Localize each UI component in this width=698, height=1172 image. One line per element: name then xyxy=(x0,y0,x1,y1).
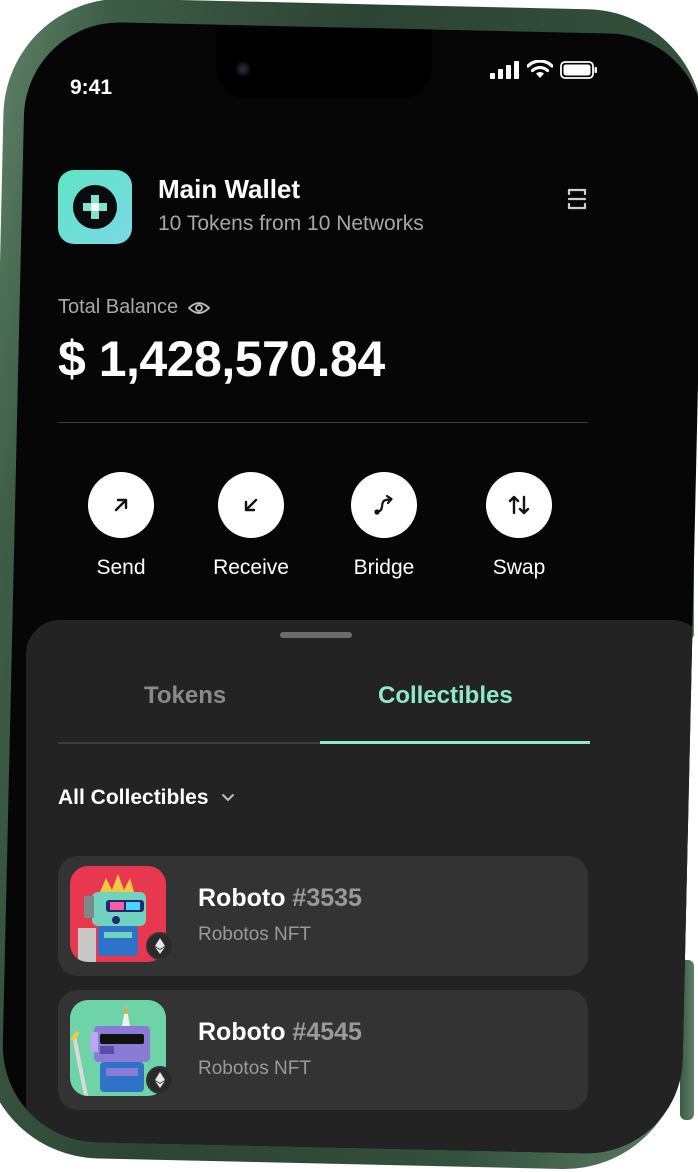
wifi-icon xyxy=(527,60,553,78)
phone-screen: 9:41 Main Wallet 10 Tokens from 10 Netwo… xyxy=(0,20,698,1156)
nft-title: Roboto #3535 xyxy=(198,884,362,913)
receive-label: Receive xyxy=(213,556,289,579)
chevron-down-icon xyxy=(221,794,234,802)
nft-number: #4545 xyxy=(292,1018,362,1046)
wallet-subtitle: 10 Tokens from 10 Networks xyxy=(158,212,424,235)
wallet-menu-icon[interactable] xyxy=(566,186,588,212)
nft-collection: Robotos NFT xyxy=(198,924,311,945)
balance-value: $ 1,428,570.84 xyxy=(58,331,385,387)
ethereum-icon xyxy=(146,932,174,960)
nft-name: Roboto xyxy=(198,884,286,912)
swap-arrows-icon xyxy=(486,472,552,538)
assets-sheet: Tokens Collectibles All Collectibles Rob… xyxy=(26,620,698,1156)
battery-icon xyxy=(560,61,597,79)
notch xyxy=(216,28,432,98)
swap-button[interactable]: Swap xyxy=(464,472,574,580)
divider xyxy=(58,422,588,423)
arrow-up-right-icon xyxy=(88,472,154,538)
balance-label: Total Balance xyxy=(58,296,179,318)
swap-label: Swap xyxy=(492,556,546,579)
nft-name: Roboto xyxy=(198,1018,286,1046)
signal-icon xyxy=(490,61,519,79)
wallet-logo-icon xyxy=(73,185,117,229)
bridge-label: Bridge xyxy=(353,556,415,579)
status-icons xyxy=(490,60,598,79)
nft-number: #3535 xyxy=(292,884,362,912)
wallet-name[interactable]: Main Wallet xyxy=(158,174,300,205)
wallet-logo[interactable] xyxy=(58,170,132,244)
bridge-icon xyxy=(351,472,417,538)
action-row: Send Receive Bridge Swap xyxy=(66,472,586,602)
active-tab-indicator xyxy=(320,741,590,744)
collectible-card[interactable]: Roboto #4545 Robotos NFT xyxy=(58,990,588,1110)
nft-collection: Robotos NFT xyxy=(198,1058,311,1079)
collectibles-filter-dropdown[interactable]: All Collectibles xyxy=(58,786,235,810)
nft-title: Roboto #4545 xyxy=(198,1018,362,1047)
arrow-down-left-icon xyxy=(218,472,284,538)
eye-icon[interactable] xyxy=(188,300,211,316)
send-label: Send xyxy=(96,556,146,579)
bridge-button[interactable]: Bridge xyxy=(329,472,439,580)
tab-tokens[interactable]: Tokens xyxy=(144,682,226,710)
status-time: 9:41 xyxy=(70,76,113,99)
collectible-card[interactable]: Roboto #3535 Robotos NFT xyxy=(58,856,588,976)
tab-collectibles[interactable]: Collectibles xyxy=(378,682,513,710)
balance-label-row: Total Balance xyxy=(58,296,211,319)
camera-icon xyxy=(236,62,250,76)
ethereum-icon xyxy=(146,1066,174,1094)
receive-button[interactable]: Receive xyxy=(196,472,306,580)
filter-label: All Collectibles xyxy=(58,786,209,809)
sheet-drag-handle[interactable] xyxy=(280,632,352,638)
send-button[interactable]: Send xyxy=(66,472,176,580)
